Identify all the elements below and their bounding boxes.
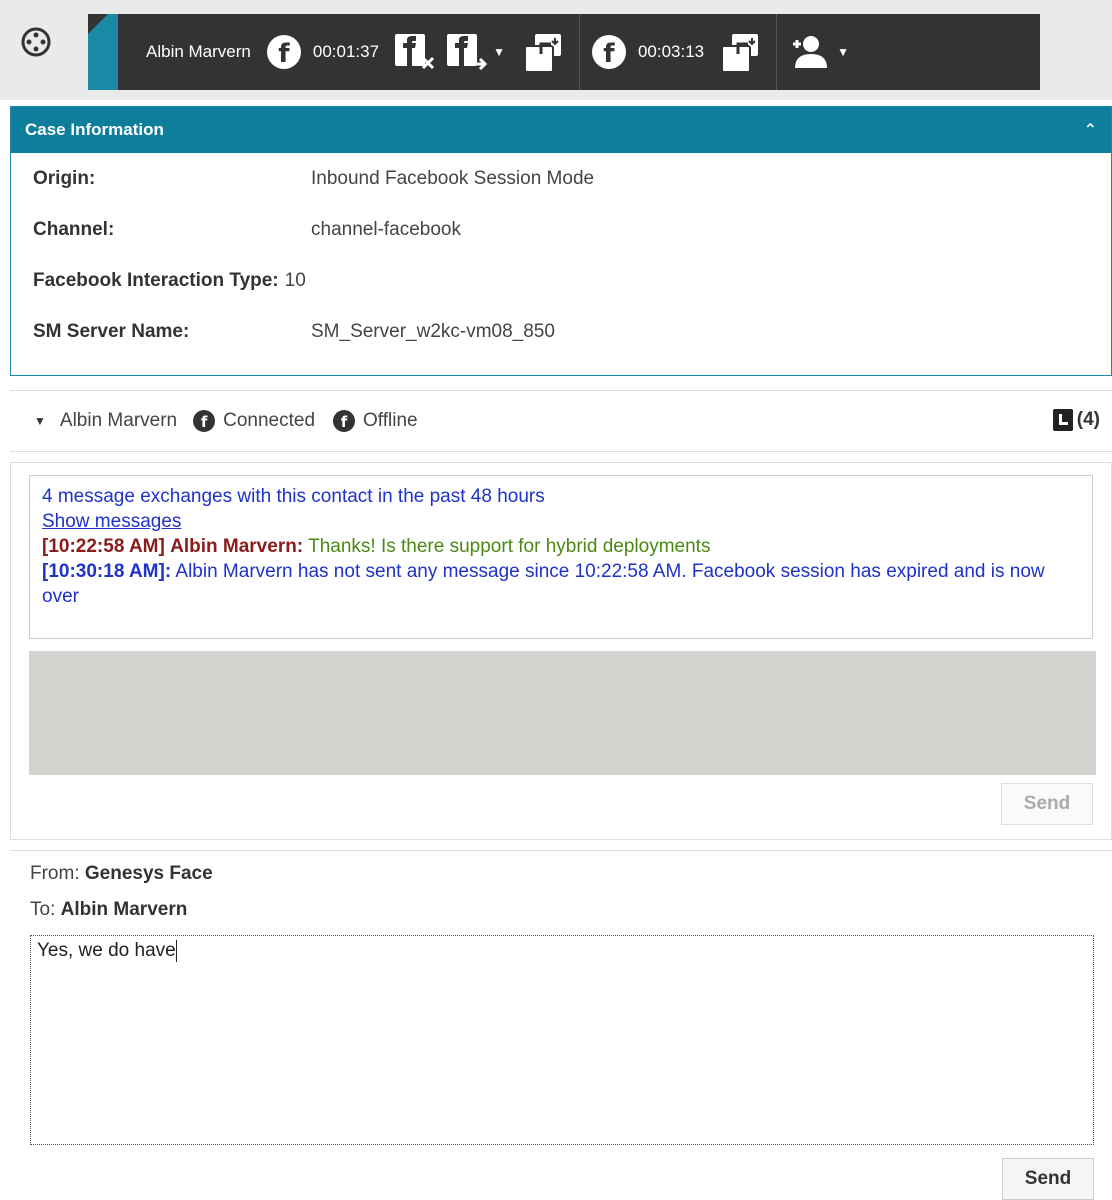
- case-value: 10: [284, 269, 306, 291]
- to-value: Albin Marvern: [60, 899, 188, 920]
- to-label: To:: [30, 899, 56, 920]
- facebook-end-icon[interactable]: [393, 30, 437, 74]
- toolbar-timer-2: 00:03:13: [637, 42, 705, 61]
- history-icon: [1052, 409, 1073, 431]
- interaction-toolbar: Albin Marvern f 00:01:37 ▼ f 00:03:13 ▼: [88, 14, 1040, 90]
- facebook-icon: f: [591, 35, 626, 69]
- transcript-area: 4 message exchanges with this contact in…: [29, 475, 1093, 639]
- history-notice: 4 message exchanges with this contact in…: [42, 486, 545, 507]
- facebook-icon: f: [193, 410, 216, 432]
- compose-panel: From: Genesys Face To: Albin Marvern Yes…: [10, 850, 1112, 1200]
- case-information-rows: Origin: Inbound Facebook Session Mode Ch…: [11, 153, 1111, 357]
- message-input[interactable]: Yes, we do have: [30, 935, 1094, 1145]
- send-button[interactable]: Send: [1002, 1158, 1094, 1200]
- case-row-server-name: SM Server Name: SM_Server_w2kc-vm08_850: [11, 306, 1111, 357]
- case-information-panel: Case Information ⌃ Origin: Inbound Faceb…: [10, 106, 1112, 376]
- history-count: (4): [1076, 409, 1100, 430]
- chevron-down-icon[interactable]: ▼: [837, 45, 849, 59]
- facebook-transfer-icon[interactable]: [445, 30, 489, 74]
- history-button[interactable]: (4): [1052, 409, 1100, 431]
- to-line: To: Albin Marvern: [30, 899, 187, 921]
- message-2: [10:30:18 AM]: Albin Marvern has not sen…: [42, 559, 1080, 609]
- message-1: [10:22:58 AM] Albin Marvern: Thanks! Is …: [42, 534, 1080, 559]
- message-text: Thanks! Is there support for hybrid depl…: [308, 536, 711, 557]
- chevron-up-icon[interactable]: ⌃: [1084, 120, 1097, 140]
- toolbar-contact-name[interactable]: Albin Marvern: [146, 42, 251, 62]
- contact-name[interactable]: Albin Marvern: [60, 410, 177, 432]
- chevron-down-icon[interactable]: ▼: [493, 45, 505, 59]
- from-value: Genesys Face: [84, 863, 213, 884]
- case-label: Channel:: [33, 218, 115, 240]
- toolbar-separator: [776, 14, 778, 90]
- message-timestamp: [10:22:58 AM]: [42, 536, 165, 557]
- toolbar-separator: [578, 14, 580, 90]
- show-messages-link[interactable]: Show messages: [42, 511, 181, 532]
- case-value: SM_Server_w2kc-vm08_850: [311, 320, 555, 342]
- top-strip: Albin Marvern f 00:01:37 ▼ f 00:03:13 ▼: [0, 0, 1112, 100]
- facebook-icon: f: [333, 410, 356, 432]
- from-label: From:: [30, 863, 80, 884]
- message-input-text: Yes, we do have: [37, 940, 176, 962]
- from-line: From: Genesys Face: [30, 863, 213, 885]
- case-row-interaction-type: Facebook Interaction Type: 10: [11, 255, 1111, 306]
- case-label: Facebook Interaction Type:: [33, 269, 279, 291]
- facebook-icon: f: [266, 35, 301, 69]
- message-sender: :: [164, 561, 172, 582]
- consult-icon[interactable]: [718, 30, 762, 74]
- consult-icon[interactable]: [521, 30, 565, 74]
- message-timestamp: [10:30:18 AM]: [42, 561, 165, 582]
- message-sender: Albin Marvern:: [170, 536, 304, 557]
- disabled-input-area: [29, 651, 1096, 775]
- toolbar-timer-1: 00:01:37: [312, 42, 380, 61]
- chevron-down-icon[interactable]: ▼: [34, 414, 46, 428]
- send-button-disabled: Send: [1001, 783, 1093, 825]
- party-action-icon[interactable]: [789, 30, 833, 74]
- case-label: SM Server Name:: [33, 320, 190, 342]
- case-row-channel: Channel: channel-facebook: [11, 204, 1111, 255]
- toolbar-accent: [88, 14, 118, 90]
- case-value: channel-facebook: [311, 218, 461, 240]
- case-label: Origin:: [33, 167, 96, 189]
- offline-status: Offline: [363, 410, 418, 431]
- case-information-title: Case Information: [25, 120, 164, 139]
- connected-status: Connected: [223, 410, 316, 431]
- text-cursor: [175, 940, 177, 962]
- contact-status-bar: ▼ Albin Marvern f Connected f Offline (4…: [10, 390, 1112, 452]
- case-information-header[interactable]: Case Information ⌃: [11, 107, 1111, 153]
- chat-transcript-panel: 4 message exchanges with this contact in…: [10, 462, 1112, 840]
- app-menu-icon[interactable]: [20, 26, 52, 58]
- case-value: Inbound Facebook Session Mode: [311, 167, 595, 189]
- message-text: Albin Marvern has not sent any message s…: [42, 561, 1045, 607]
- case-row-origin: Origin: Inbound Facebook Session Mode: [11, 153, 1111, 204]
